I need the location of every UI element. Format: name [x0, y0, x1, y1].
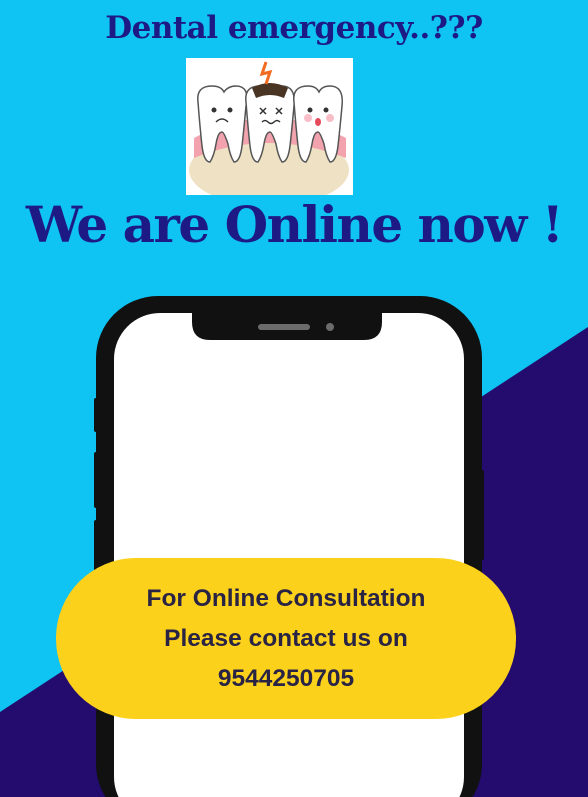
consultation-callout: For Online Consultation Please contact u…: [56, 558, 516, 719]
contact-phone-number[interactable]: 9544250705: [218, 659, 354, 699]
callout-line-1: For Online Consultation: [146, 584, 426, 612]
callout-line-2: Please contact us on: [164, 624, 408, 652]
